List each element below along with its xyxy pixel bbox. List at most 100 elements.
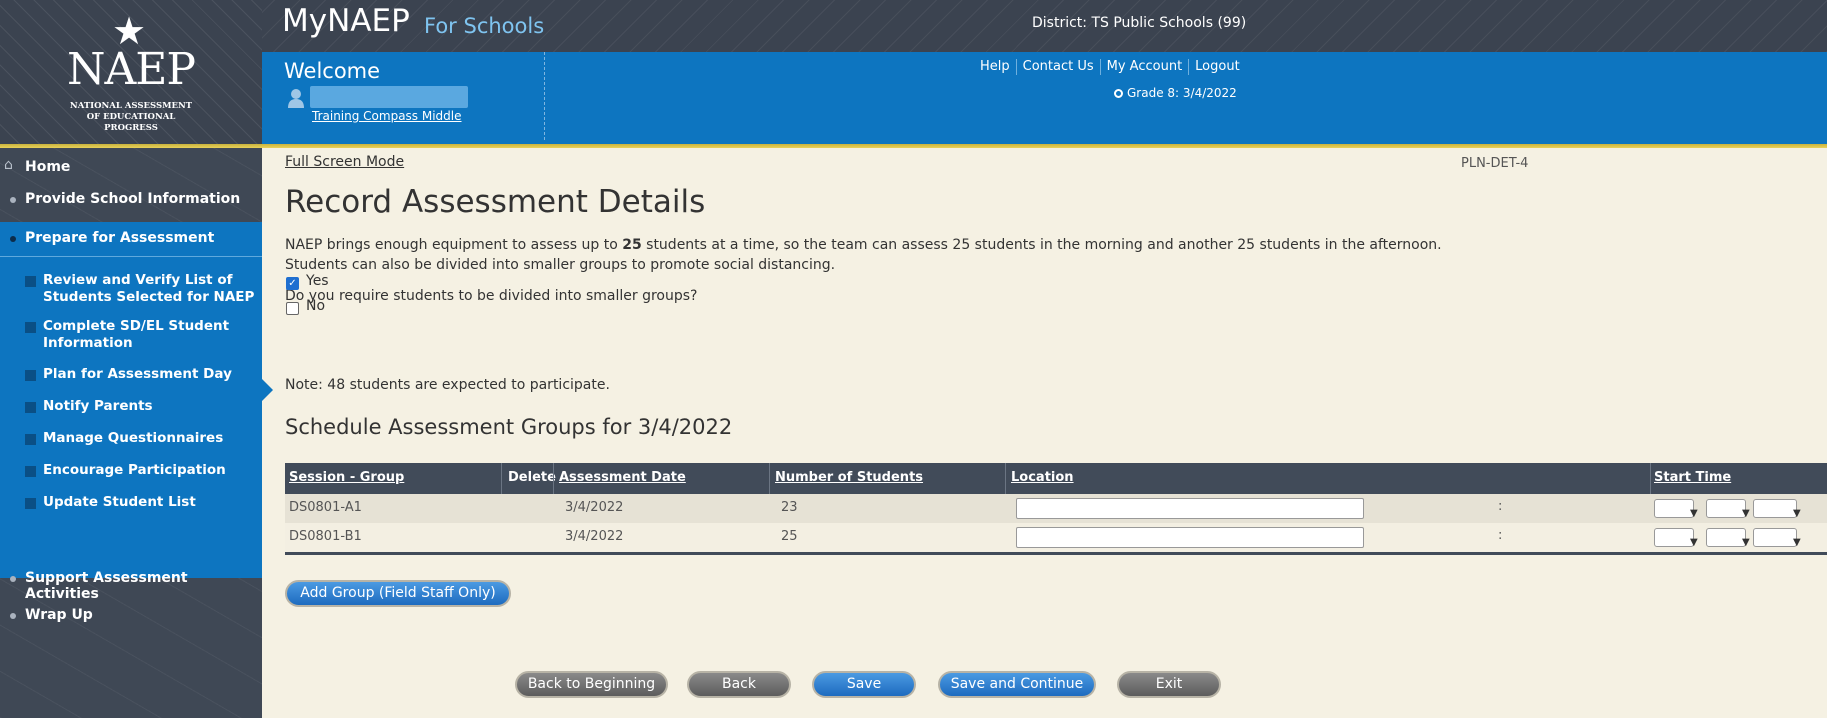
intro-text: NAEP brings enough equipment to assess u… — [285, 237, 1442, 253]
square-bullet-icon — [25, 402, 36, 413]
sidebar-subitem-plan-for-assessment-day[interactable]: Plan for Assessment Day — [0, 366, 262, 384]
chevron-down-icon: ▼ — [1742, 537, 1750, 548]
column-header-session-group[interactable]: Session - Group — [289, 470, 404, 485]
table-row: DS0801-B1 3/4/2022 25 ▼ : ▼ ▼ — [285, 523, 1827, 552]
logo-subtitle-line: OF EDUCATIONAL — [86, 112, 176, 122]
sidebar-item-label: Wrap Up — [25, 607, 93, 623]
column-separator — [769, 463, 770, 494]
start-hour-select[interactable]: ▼ — [1654, 499, 1698, 519]
welcome-title: Welcome — [284, 59, 381, 83]
cell-number-of-students: 25 — [781, 529, 798, 544]
district-label: District: TS Public Schools (99) — [1032, 15, 1247, 31]
square-bullet-icon — [25, 498, 36, 509]
square-bullet-icon — [25, 434, 36, 445]
sidebar-subitem-manage-questionnaires[interactable]: Manage Questionnaires — [0, 430, 262, 448]
cell-session-group: DS0801-A1 — [289, 500, 362, 515]
bullet-icon — [10, 613, 16, 619]
back-button[interactable]: Back — [687, 671, 791, 698]
sidebar-subitem-label: Manage Questionnaires — [43, 430, 224, 446]
chevron-down-icon: ▼ — [1742, 508, 1750, 519]
sidebar-item-prepare-for-assessment[interactable]: Prepare for Assessment — [0, 222, 262, 256]
welcome-divider — [544, 52, 545, 140]
cell-number-of-students: 23 — [781, 500, 798, 515]
start-minute-select[interactable]: ▼ — [1706, 528, 1750, 548]
sidebar-item-label: Prepare for Assessment — [25, 230, 215, 246]
sidebar-subitem-label: Encourage Participation — [43, 462, 226, 478]
save-button[interactable]: Save — [812, 671, 916, 698]
bullet-icon — [10, 576, 16, 582]
grade-selector[interactable]: Grade 8: 3/4/2022 — [1114, 86, 1237, 100]
intro-text-start: NAEP brings enough equipment to assess u… — [285, 237, 623, 253]
no-label: No — [306, 298, 326, 314]
cell-assessment-date: 3/4/2022 — [565, 500, 624, 515]
sidebar-subitem-encourage-participation[interactable]: Encourage Participation — [0, 462, 262, 480]
sidebar-item-wrap-up[interactable]: Wrap Up — [0, 606, 262, 626]
sidebar-item-label: Home — [25, 159, 71, 175]
main-content: Full Screen Mode PLN-DET-4 Record Assess… — [262, 148, 1827, 718]
sidebar-item-provide-school-information[interactable]: Provide School Information — [0, 190, 262, 210]
location-input[interactable] — [1016, 527, 1364, 548]
help-link[interactable]: Help — [974, 59, 1016, 75]
user-icon — [288, 89, 304, 108]
sidebar-subitem-update-student-list[interactable]: Update Student List — [0, 494, 262, 512]
column-header-location[interactable]: Location — [1011, 470, 1074, 485]
column-header-number-of-students[interactable]: Number of Students — [775, 470, 923, 485]
start-minute-select[interactable]: ▼ — [1706, 499, 1750, 519]
location-input[interactable] — [1016, 498, 1364, 519]
my-account-link[interactable]: My Account — [1099, 59, 1189, 75]
intro-text-end: students at a time, so the team can asse… — [641, 237, 1442, 253]
start-ampm-select[interactable]: ▼ — [1753, 499, 1801, 519]
home-icon: ⌂ — [4, 157, 13, 173]
schedule-title: Schedule Assessment Groups for 3/4/2022 — [285, 415, 733, 439]
add-group-button[interactable]: Add Group (Field Staff Only) — [285, 580, 511, 607]
full-screen-mode-link[interactable]: Full Screen Mode — [285, 154, 404, 170]
sidebar-item-home[interactable]: ⌂ Home — [0, 157, 262, 178]
sidebar: ⌂ Home Provide School Information Prepar… — [0, 148, 262, 718]
app-title: MyNAEP — [282, 3, 410, 39]
square-bullet-icon — [25, 370, 36, 381]
intro-text-line2: Students can also be divided into smalle… — [285, 257, 836, 273]
logo-subtitle-line: PROGRESS — [104, 123, 158, 133]
back-to-beginning-button[interactable]: Back to Beginning — [515, 671, 668, 698]
intro-capacity: 25 — [622, 237, 642, 253]
yes-checkbox[interactable]: ✓ — [286, 277, 299, 290]
app-subtitle: For Schools — [424, 14, 545, 38]
sidebar-subitem-complete-sd-el[interactable]: Complete SD/EL Student Information — [0, 318, 262, 352]
save-and-continue-button[interactable]: Save and Continue — [938, 671, 1096, 698]
column-separator — [553, 463, 554, 494]
logo-subtitle: NATIONAL ASSESSMENT OF EDUCATIONAL PROGR… — [0, 101, 262, 134]
chevron-down-icon: ▼ — [1793, 508, 1801, 519]
square-bullet-icon — [25, 322, 36, 333]
participation-note: Note: 48 students are expected to partic… — [285, 377, 610, 393]
page-title: Record Assessment Details — [285, 184, 706, 220]
welcome-bar: Welcome Training Compass Middle Help Con… — [262, 52, 1827, 144]
sidebar-item-label: Support Assessment Activities — [25, 570, 188, 602]
no-checkbox[interactable] — [286, 302, 299, 315]
user-name-redacted — [310, 86, 468, 108]
contact-us-link[interactable]: Contact Us — [1015, 59, 1100, 75]
top-header-bar: MyNAEP For Schools District: TS Public S… — [262, 0, 1827, 52]
logo-subtitle-line: NATIONAL ASSESSMENT — [69, 101, 193, 111]
table-row: DS0801-A1 3/4/2022 23 ▼ : ▼ ▼ — [285, 494, 1827, 523]
sidebar-subitem-label: Update Student List — [43, 494, 196, 510]
start-hour-select[interactable]: ▼ — [1654, 528, 1698, 548]
logout-link[interactable]: Logout — [1188, 59, 1246, 75]
sidebar-subitem-label: Plan for Assessment Day — [43, 366, 232, 382]
column-header-start-time[interactable]: Start Time — [1654, 470, 1731, 485]
column-header-assessment-date[interactable]: Assessment Date — [559, 470, 686, 485]
sidebar-subitem-review-verify-list[interactable]: Review and Verify List of Students Selec… — [0, 272, 262, 306]
column-separator — [1005, 463, 1006, 494]
square-bullet-icon — [25, 276, 36, 287]
chevron-down-icon: ▼ — [1690, 508, 1698, 519]
column-separator — [501, 463, 502, 494]
time-separator: : — [1498, 499, 1503, 514]
sidebar-item-support-assessment-activities[interactable]: Support Assessment Activities — [0, 569, 262, 602]
start-ampm-select[interactable]: ▼ — [1753, 528, 1801, 548]
table-header: Session - Group Delete Assessment Date N… — [285, 463, 1827, 494]
exit-button[interactable]: Exit — [1117, 671, 1221, 698]
utility-links: Help Contact Us My Account Logout — [974, 59, 1246, 75]
school-link[interactable]: Training Compass Middle — [312, 109, 462, 123]
naep-logo[interactable]: ★ NAEP NATIONAL ASSESSMENT OF EDUCATIONA… — [0, 0, 262, 145]
radio-icon — [1114, 89, 1123, 98]
sidebar-subitem-notify-parents[interactable]: Notify Parents — [0, 398, 262, 416]
